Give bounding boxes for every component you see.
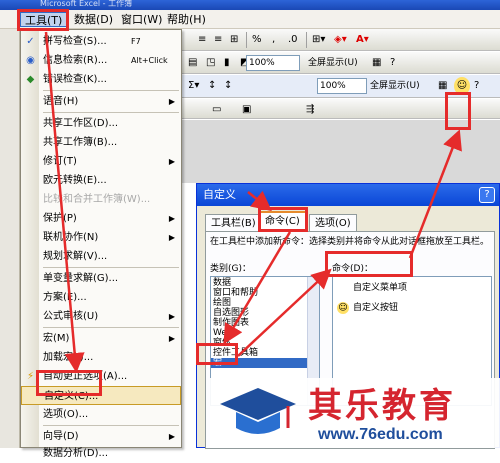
watermark-logo: 其乐教育 www.76edu.com <box>210 378 500 448</box>
graduation-cap-icon <box>220 388 296 434</box>
brand-name: 其乐教育 <box>308 386 456 426</box>
arrow-to-toolbar <box>408 129 462 259</box>
arrow-to-commands-tab <box>247 190 272 212</box>
brand-url: www.76edu.com <box>318 426 443 443</box>
arrow-to-macro <box>223 231 292 345</box>
arrow-to-customize <box>44 31 85 373</box>
arrow-to-custom-button <box>237 268 332 357</box>
